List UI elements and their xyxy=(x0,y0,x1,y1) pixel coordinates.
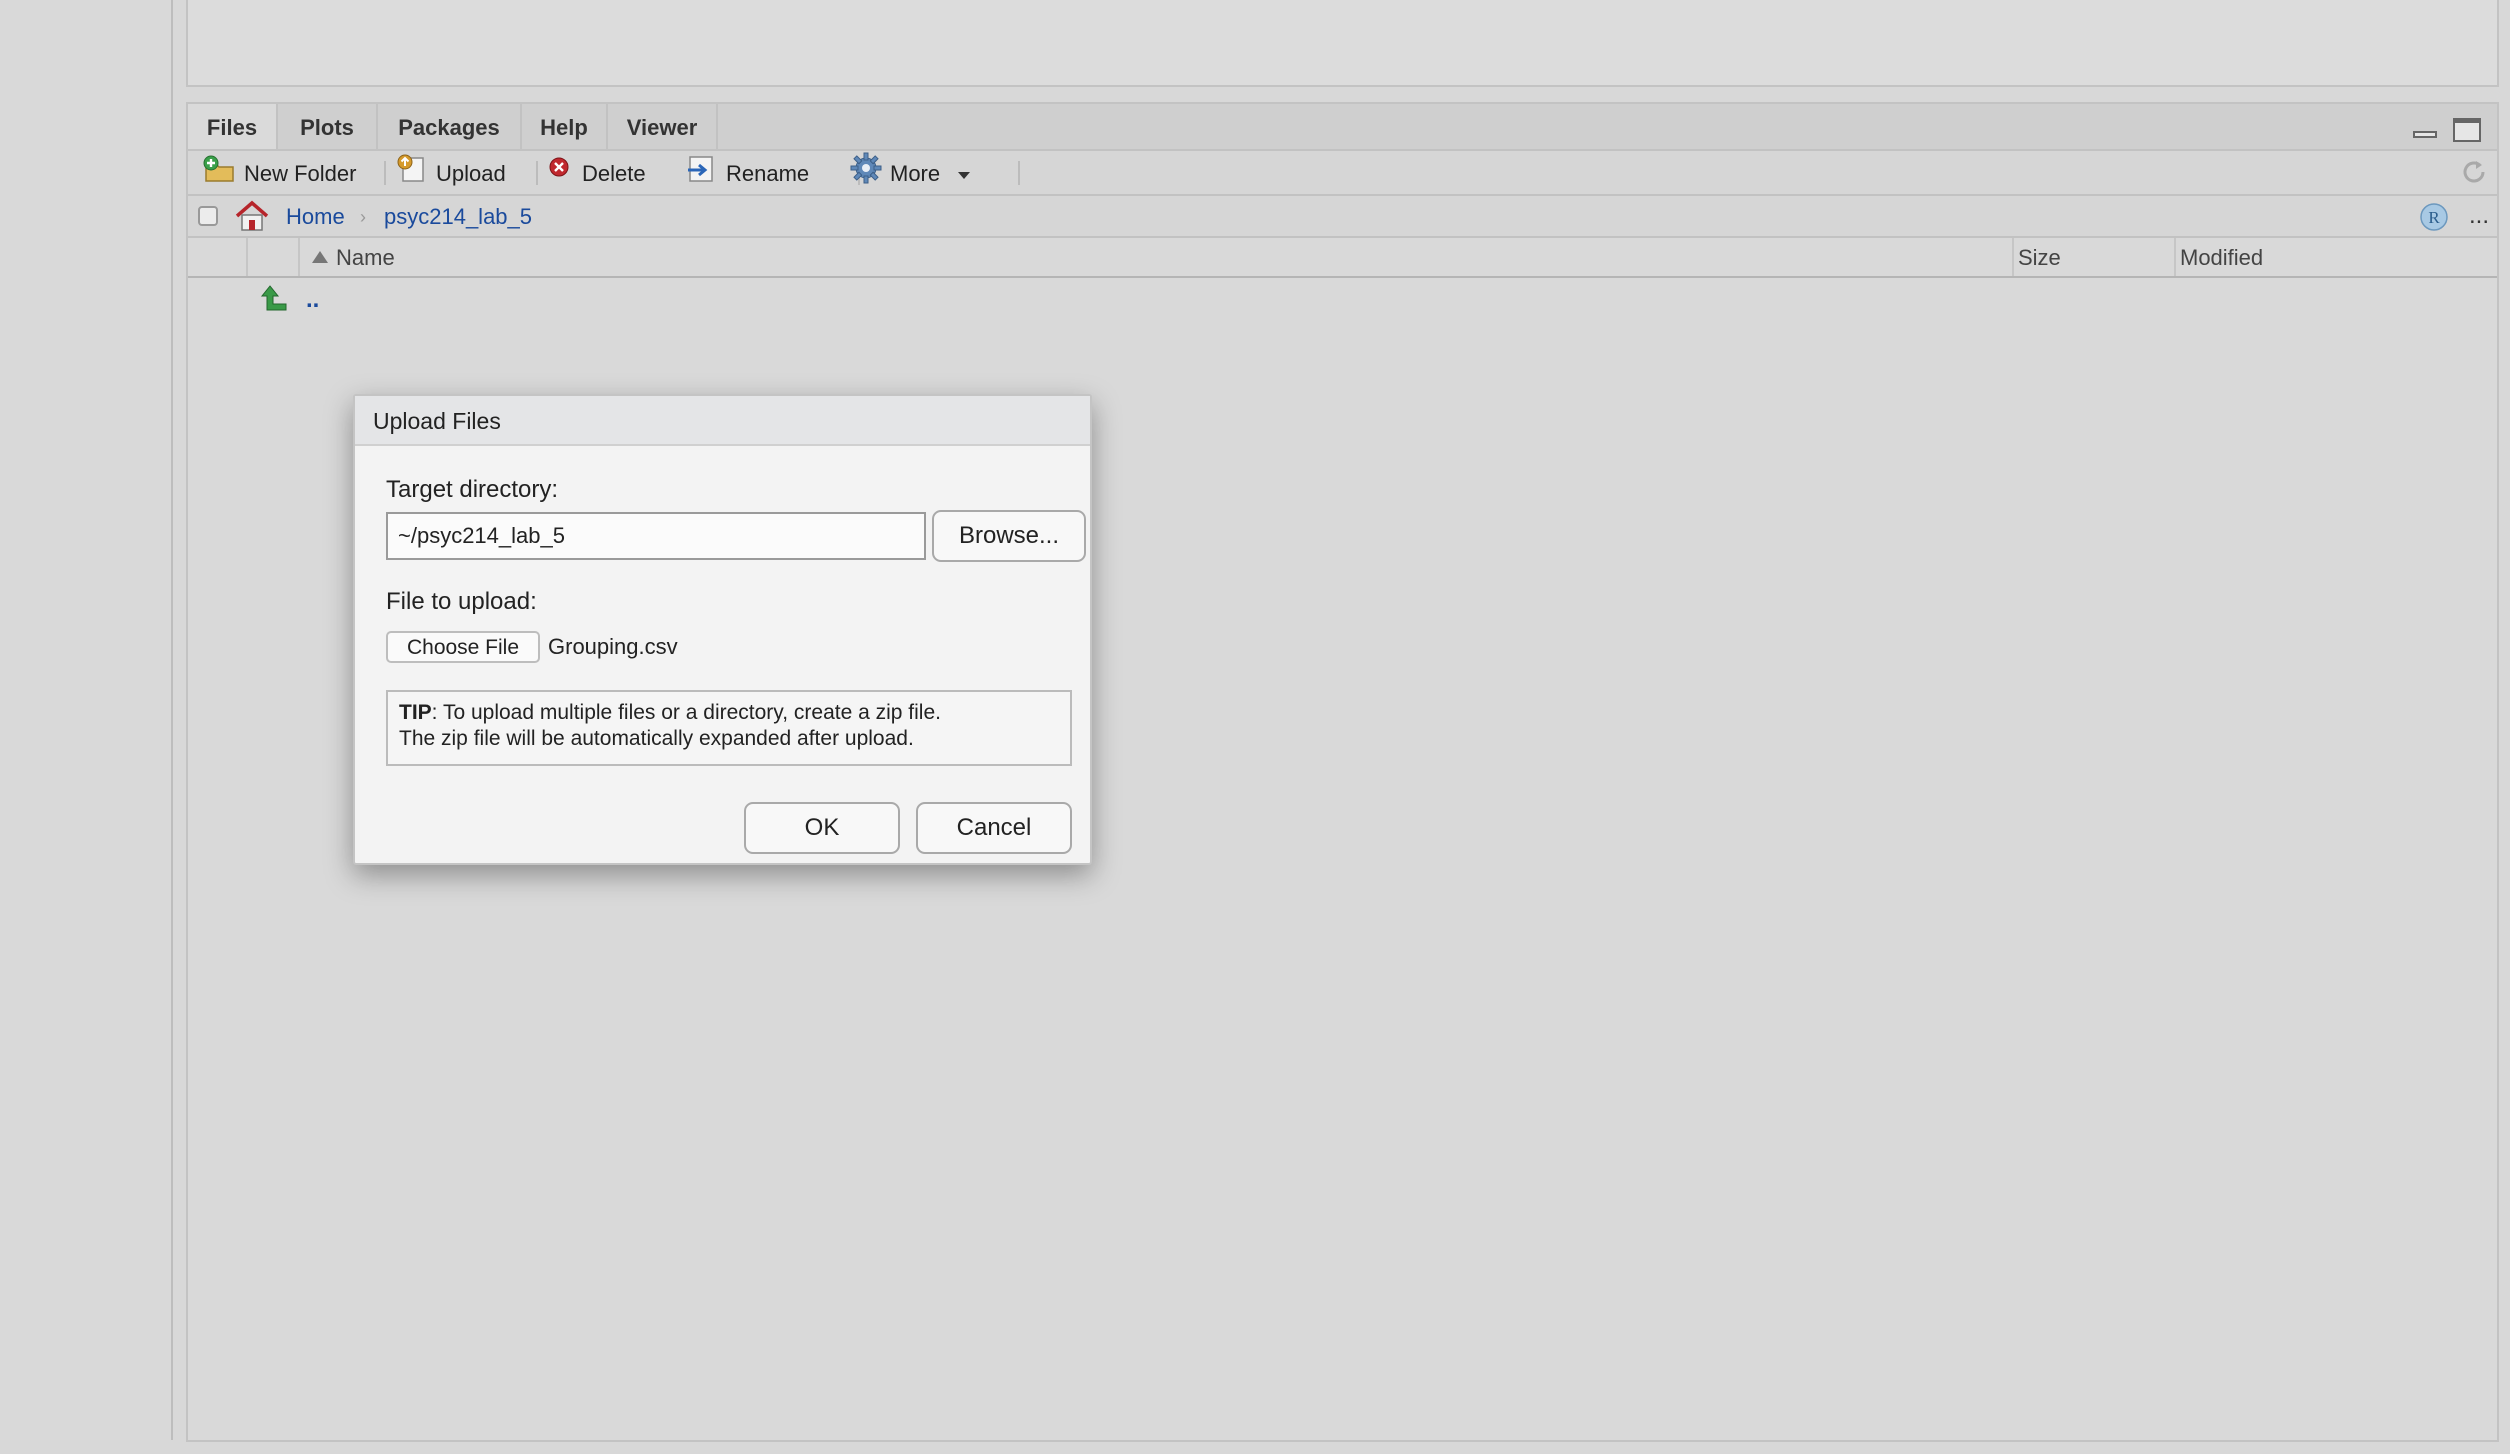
delete-label: Delete xyxy=(582,161,646,186)
column-header-modified[interactable]: Modified xyxy=(2180,238,2263,276)
delete-icon xyxy=(548,153,574,198)
delete-button[interactable]: Delete xyxy=(548,151,646,194)
table-row[interactable]: .. xyxy=(188,278,2497,322)
tab-files[interactable]: Files xyxy=(188,104,278,149)
column-divider xyxy=(246,238,248,276)
cancel-button[interactable]: Cancel xyxy=(916,802,1072,854)
new-folder-label: New Folder xyxy=(244,161,357,186)
file-to-upload-label: File to upload: xyxy=(386,588,537,615)
browse-button[interactable]: Browse... xyxy=(932,510,1086,562)
parent-directory-link[interactable]: .. xyxy=(306,278,319,322)
left-sidebar xyxy=(0,0,173,1440)
more-label: More xyxy=(890,161,941,186)
toolbar-divider xyxy=(384,161,386,185)
breadcrumb-home-link[interactable]: Home xyxy=(286,196,345,238)
path-more-button[interactable]: ... xyxy=(2469,196,2489,236)
rename-label: Rename xyxy=(726,161,810,186)
file-table-header: Name Size Modified xyxy=(188,238,2497,278)
sort-ascending-icon xyxy=(312,251,328,264)
chosen-file-name: Grouping.csv xyxy=(548,634,678,659)
column-divider xyxy=(2174,238,2176,276)
new-folder-icon xyxy=(202,153,236,198)
column-divider xyxy=(2012,238,2014,276)
tab-help[interactable]: Help xyxy=(522,104,608,149)
tab-plots[interactable]: Plots xyxy=(278,104,378,149)
target-directory-input[interactable] xyxy=(386,512,926,560)
tip-heading: TIP xyxy=(399,701,432,724)
refresh-icon[interactable] xyxy=(2459,157,2489,187)
column-header-size[interactable]: Size xyxy=(2018,238,2061,276)
svg-text:R: R xyxy=(2428,208,2440,227)
dialog-title: Upload Files xyxy=(355,396,1090,446)
ok-button[interactable]: OK xyxy=(744,802,900,854)
upload-label: Upload xyxy=(436,161,506,186)
maximize-pane-icon[interactable] xyxy=(2453,118,2483,142)
target-directory-label: Target directory: xyxy=(386,476,559,503)
toolbar-divider xyxy=(536,161,538,185)
breadcrumb-separator-icon: › xyxy=(360,207,366,227)
choose-file-button[interactable]: Choose File xyxy=(386,631,540,663)
tab-packages[interactable]: Packages xyxy=(378,104,522,149)
upload-icon xyxy=(396,153,428,198)
column-name-label: Name xyxy=(336,245,395,270)
upload-tip: TIP: To upload multiple files or a direc… xyxy=(386,690,1072,766)
rename-button[interactable]: Rename xyxy=(686,151,809,194)
gear-icon xyxy=(850,152,882,199)
select-all-checkbox[interactable] xyxy=(198,206,218,226)
breadcrumb-folder-link[interactable]: psyc214_lab_5 xyxy=(384,196,532,238)
upload-button[interactable]: Upload xyxy=(396,151,506,194)
toolbar-divider xyxy=(1018,161,1020,185)
minimize-pane-icon[interactable] xyxy=(2411,121,2441,143)
breadcrumb: Home › psyc214_lab_5 R ... xyxy=(188,196,2497,238)
more-menu-button[interactable]: More xyxy=(850,151,971,194)
column-header-name[interactable]: Name xyxy=(300,238,395,276)
pane-tabbar: Files Plots Packages Help Viewer xyxy=(188,104,2497,151)
source-pane xyxy=(186,0,2499,87)
up-arrow-icon xyxy=(260,284,290,321)
tab-viewer[interactable]: Viewer xyxy=(608,104,718,149)
new-folder-button[interactable]: New Folder xyxy=(202,151,356,194)
rename-icon xyxy=(686,153,718,198)
r-project-icon[interactable]: R xyxy=(2419,202,2449,232)
upload-files-dialog: Upload Files Target directory: Browse...… xyxy=(353,394,1092,865)
home-icon[interactable] xyxy=(234,200,270,237)
tip-text-line-2: The zip file will be automatically expan… xyxy=(399,727,914,750)
files-toolbar: New Folder Upload Delete Rename More xyxy=(188,151,2497,196)
caret-down-icon xyxy=(958,171,971,179)
tip-text-line-1: : To upload multiple files or a director… xyxy=(431,701,941,724)
